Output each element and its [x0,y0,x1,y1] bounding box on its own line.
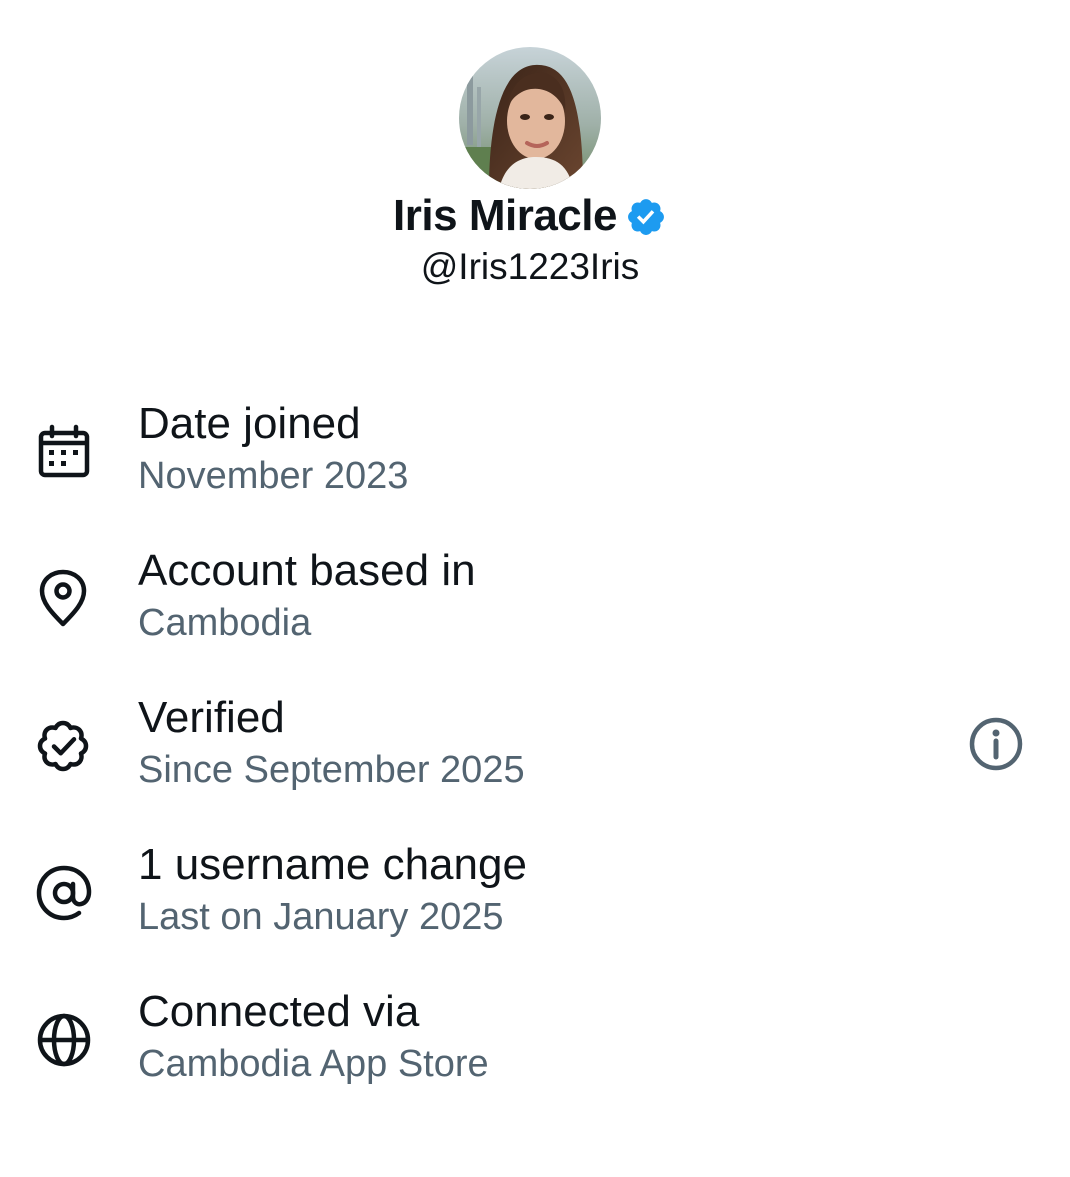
row-title: Account based in [138,546,476,595]
row-subtitle: Cambodia App Store [138,1043,489,1085]
row-subtitle: Last on January 2025 [138,896,504,938]
info-row-username-changes: 1 username change Last on January 2025 [0,837,1070,984]
profile-name-row: Iris Miracle [0,188,1060,244]
profile-handle: @Iris1223Iris [420,246,640,287]
row-subtitle: Since September 2025 [138,749,525,791]
at-sign-icon [34,863,94,923]
verified-badge-outline-icon [34,716,94,776]
account-info-list: Date joined November 2023 Account based … [0,396,1070,1131]
info-row-date-joined: Date joined November 2023 [0,396,1070,543]
row-title: Connected via [138,987,420,1036]
location-pin-icon [34,569,94,629]
globe-icon [34,1010,94,1070]
verified-info-button[interactable] [966,714,1026,774]
row-title: Verified [138,693,285,742]
info-row-verified: Verified Since September 2025 [0,690,1070,837]
avatar[interactable] [459,47,601,189]
info-row-connected-via: Connected via Cambodia App Store [0,984,1070,1131]
calendar-icon [34,422,94,482]
row-subtitle: Cambodia [138,602,312,644]
row-subtitle: November 2023 [138,455,409,497]
display-name: Iris Miracle [393,191,617,240]
info-icon [969,717,1023,771]
info-row-account-location: Account based in Cambodia [0,543,1070,690]
verified-badge-icon[interactable] [625,196,667,238]
row-title: 1 username change [138,840,527,889]
row-title: Date joined [138,399,361,448]
